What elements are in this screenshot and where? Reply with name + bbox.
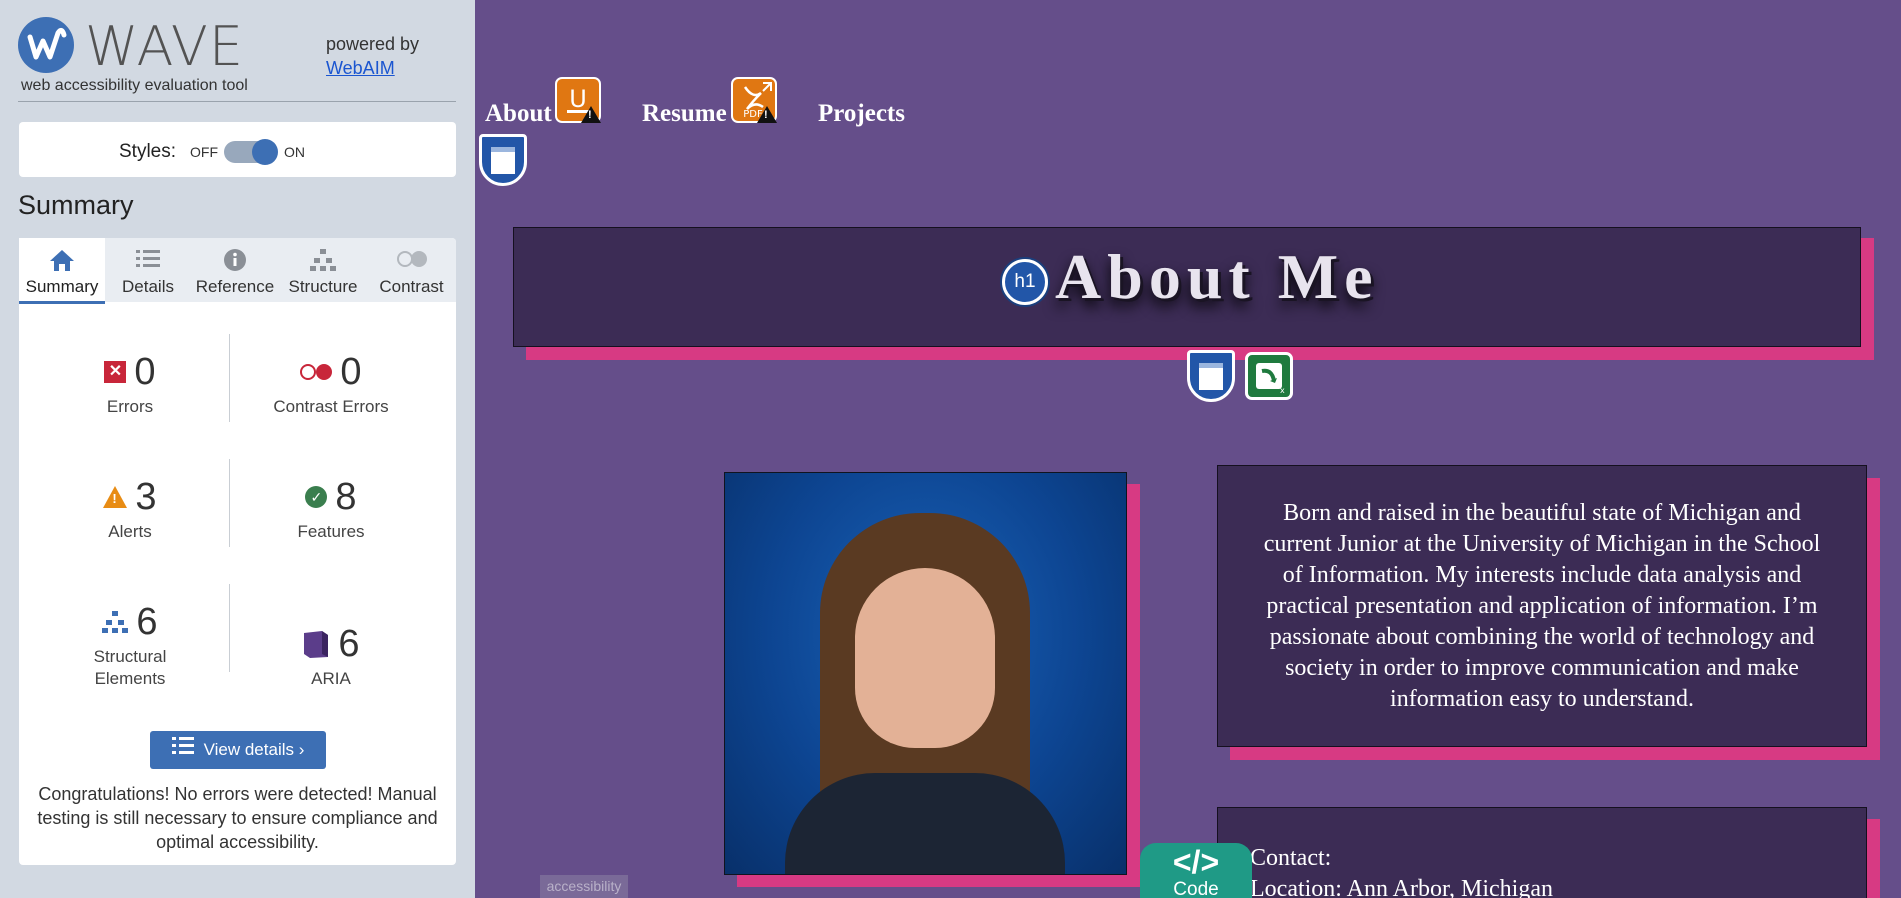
list-icon — [171, 732, 194, 770]
page-content: About U ! Resume PDF ! Projects h1 About… — [475, 0, 1901, 898]
features-count: 8 — [335, 475, 357, 518]
tab-label: Contrast — [379, 277, 444, 296]
contrast-error-icon — [300, 364, 333, 380]
divider — [18, 101, 456, 102]
divider — [229, 459, 230, 547]
stat-aria[interactable]: 6 ARIA — [231, 622, 431, 690]
alert-icon: ! — [103, 486, 128, 508]
photo-face — [855, 568, 995, 748]
errors-count: 0 — [134, 350, 156, 393]
view-details-label: View details › — [203, 740, 305, 759]
accessibility-label: accessibility — [540, 875, 628, 898]
styles-toggle-box: Styles: OFF ON — [19, 122, 456, 177]
tab-label: Reference — [195, 277, 275, 296]
bio-text: Born and raised in the beautiful state o… — [1217, 465, 1867, 747]
tab-bar: Summary Details Reference Structure Cont… — [19, 238, 456, 304]
aria-icon — [302, 629, 330, 659]
tab-label: Details — [122, 277, 174, 296]
alerts-label: Alerts — [108, 522, 152, 541]
summary-panel: Summary Details Reference Structure Cont… — [19, 238, 456, 865]
nav-projects-link[interactable]: Projects — [818, 100, 905, 128]
summary-heading: Summary — [18, 190, 134, 220]
toggle-off-label: OFF — [190, 144, 218, 160]
contrast-icon — [367, 248, 456, 274]
tab-label: Structure — [288, 277, 358, 296]
tab-summary[interactable]: Summary — [19, 238, 105, 304]
contact-location: Location: Ann Arbor, Michigan — [1250, 876, 1553, 898]
contact-heading: Contact: — [1250, 845, 1332, 871]
list-icon — [105, 248, 191, 274]
congrats-message: Congratulations! No errors were detected… — [37, 784, 438, 852]
tab-reference[interactable]: Reference — [191, 238, 279, 302]
divider — [229, 334, 230, 422]
profile-photo — [724, 472, 1127, 875]
powered-by-text: powered by — [326, 34, 420, 54]
contrast-errors-count: 0 — [340, 350, 362, 393]
structural-label: Structural Elements — [93, 647, 167, 688]
code-icon[interactable]: </> Code — [1140, 843, 1252, 898]
tab-label: Summary — [25, 277, 99, 296]
toggle-knob[interactable] — [252, 139, 278, 165]
errors-label: Errors — [106, 397, 154, 416]
info-icon — [191, 248, 279, 274]
structural-count: 6 — [136, 600, 158, 643]
warning-icon: ! — [581, 106, 601, 123]
webaim-link[interactable]: WebAIM — [326, 58, 395, 79]
aria-label: ARIA — [311, 669, 351, 688]
tab-structure[interactable]: Structure — [279, 238, 367, 302]
svg-text:x: x — [1280, 386, 1285, 395]
code-symbol: </> — [1172, 844, 1220, 880]
photo-shirt — [785, 773, 1065, 874]
toggle-on-label: ON — [284, 144, 305, 160]
aria-count: 6 — [338, 622, 360, 665]
styles-toggle-switch[interactable] — [224, 139, 278, 165]
h1-icon[interactable]: h1 — [1002, 259, 1048, 305]
stat-alerts[interactable]: ! 3 Alerts — [30, 475, 230, 543]
alerts-count: 3 — [135, 475, 157, 518]
code-label: Code — [1173, 879, 1219, 898]
nav-resume-link[interactable]: Resume — [642, 100, 727, 128]
page-title: About Me — [1055, 241, 1379, 312]
wave-tagline: web accessibility evaluation tool — [21, 77, 248, 94]
warning-icon: ! — [757, 106, 777, 123]
tab-contrast[interactable]: Contrast — [367, 238, 456, 302]
features-label: Features — [297, 522, 365, 541]
hierarchy-icon — [279, 248, 367, 274]
stat-errors[interactable]: ✕ 0 Errors — [30, 350, 230, 418]
wave-logo-icon — [18, 17, 74, 73]
divider — [229, 584, 230, 672]
wave-title: WAVE — [85, 15, 244, 78]
navigation-landmark-icon[interactable] — [479, 134, 527, 186]
stat-features[interactable]: ✓ 8 Features — [231, 475, 431, 543]
home-icon — [19, 248, 105, 274]
structure-icon — [102, 610, 129, 634]
tab-details[interactable]: Details — [105, 238, 191, 302]
stat-contrast-errors[interactable]: 0 Contrast Errors — [231, 350, 431, 418]
header-landmark-icon[interactable] — [1187, 350, 1235, 402]
styles-label: Styles: — [119, 141, 177, 162]
error-icon: ✕ — [104, 361, 127, 383]
nav-about-link[interactable]: About — [485, 100, 552, 128]
excel-link-icon[interactable]: x — [1245, 352, 1293, 400]
contrast-errors-label: Contrast Errors — [273, 397, 389, 416]
wave-sidebar: WAVE web accessibility evaluation tool p… — [0, 0, 475, 898]
contact-box: Contact: Location: Ann Arbor, Michigan — [1217, 807, 1867, 898]
stat-structural[interactable]: 6 Structural Elements — [30, 600, 230, 690]
feature-check-icon: ✓ — [305, 486, 328, 508]
view-details-button[interactable]: View details › — [150, 731, 326, 769]
